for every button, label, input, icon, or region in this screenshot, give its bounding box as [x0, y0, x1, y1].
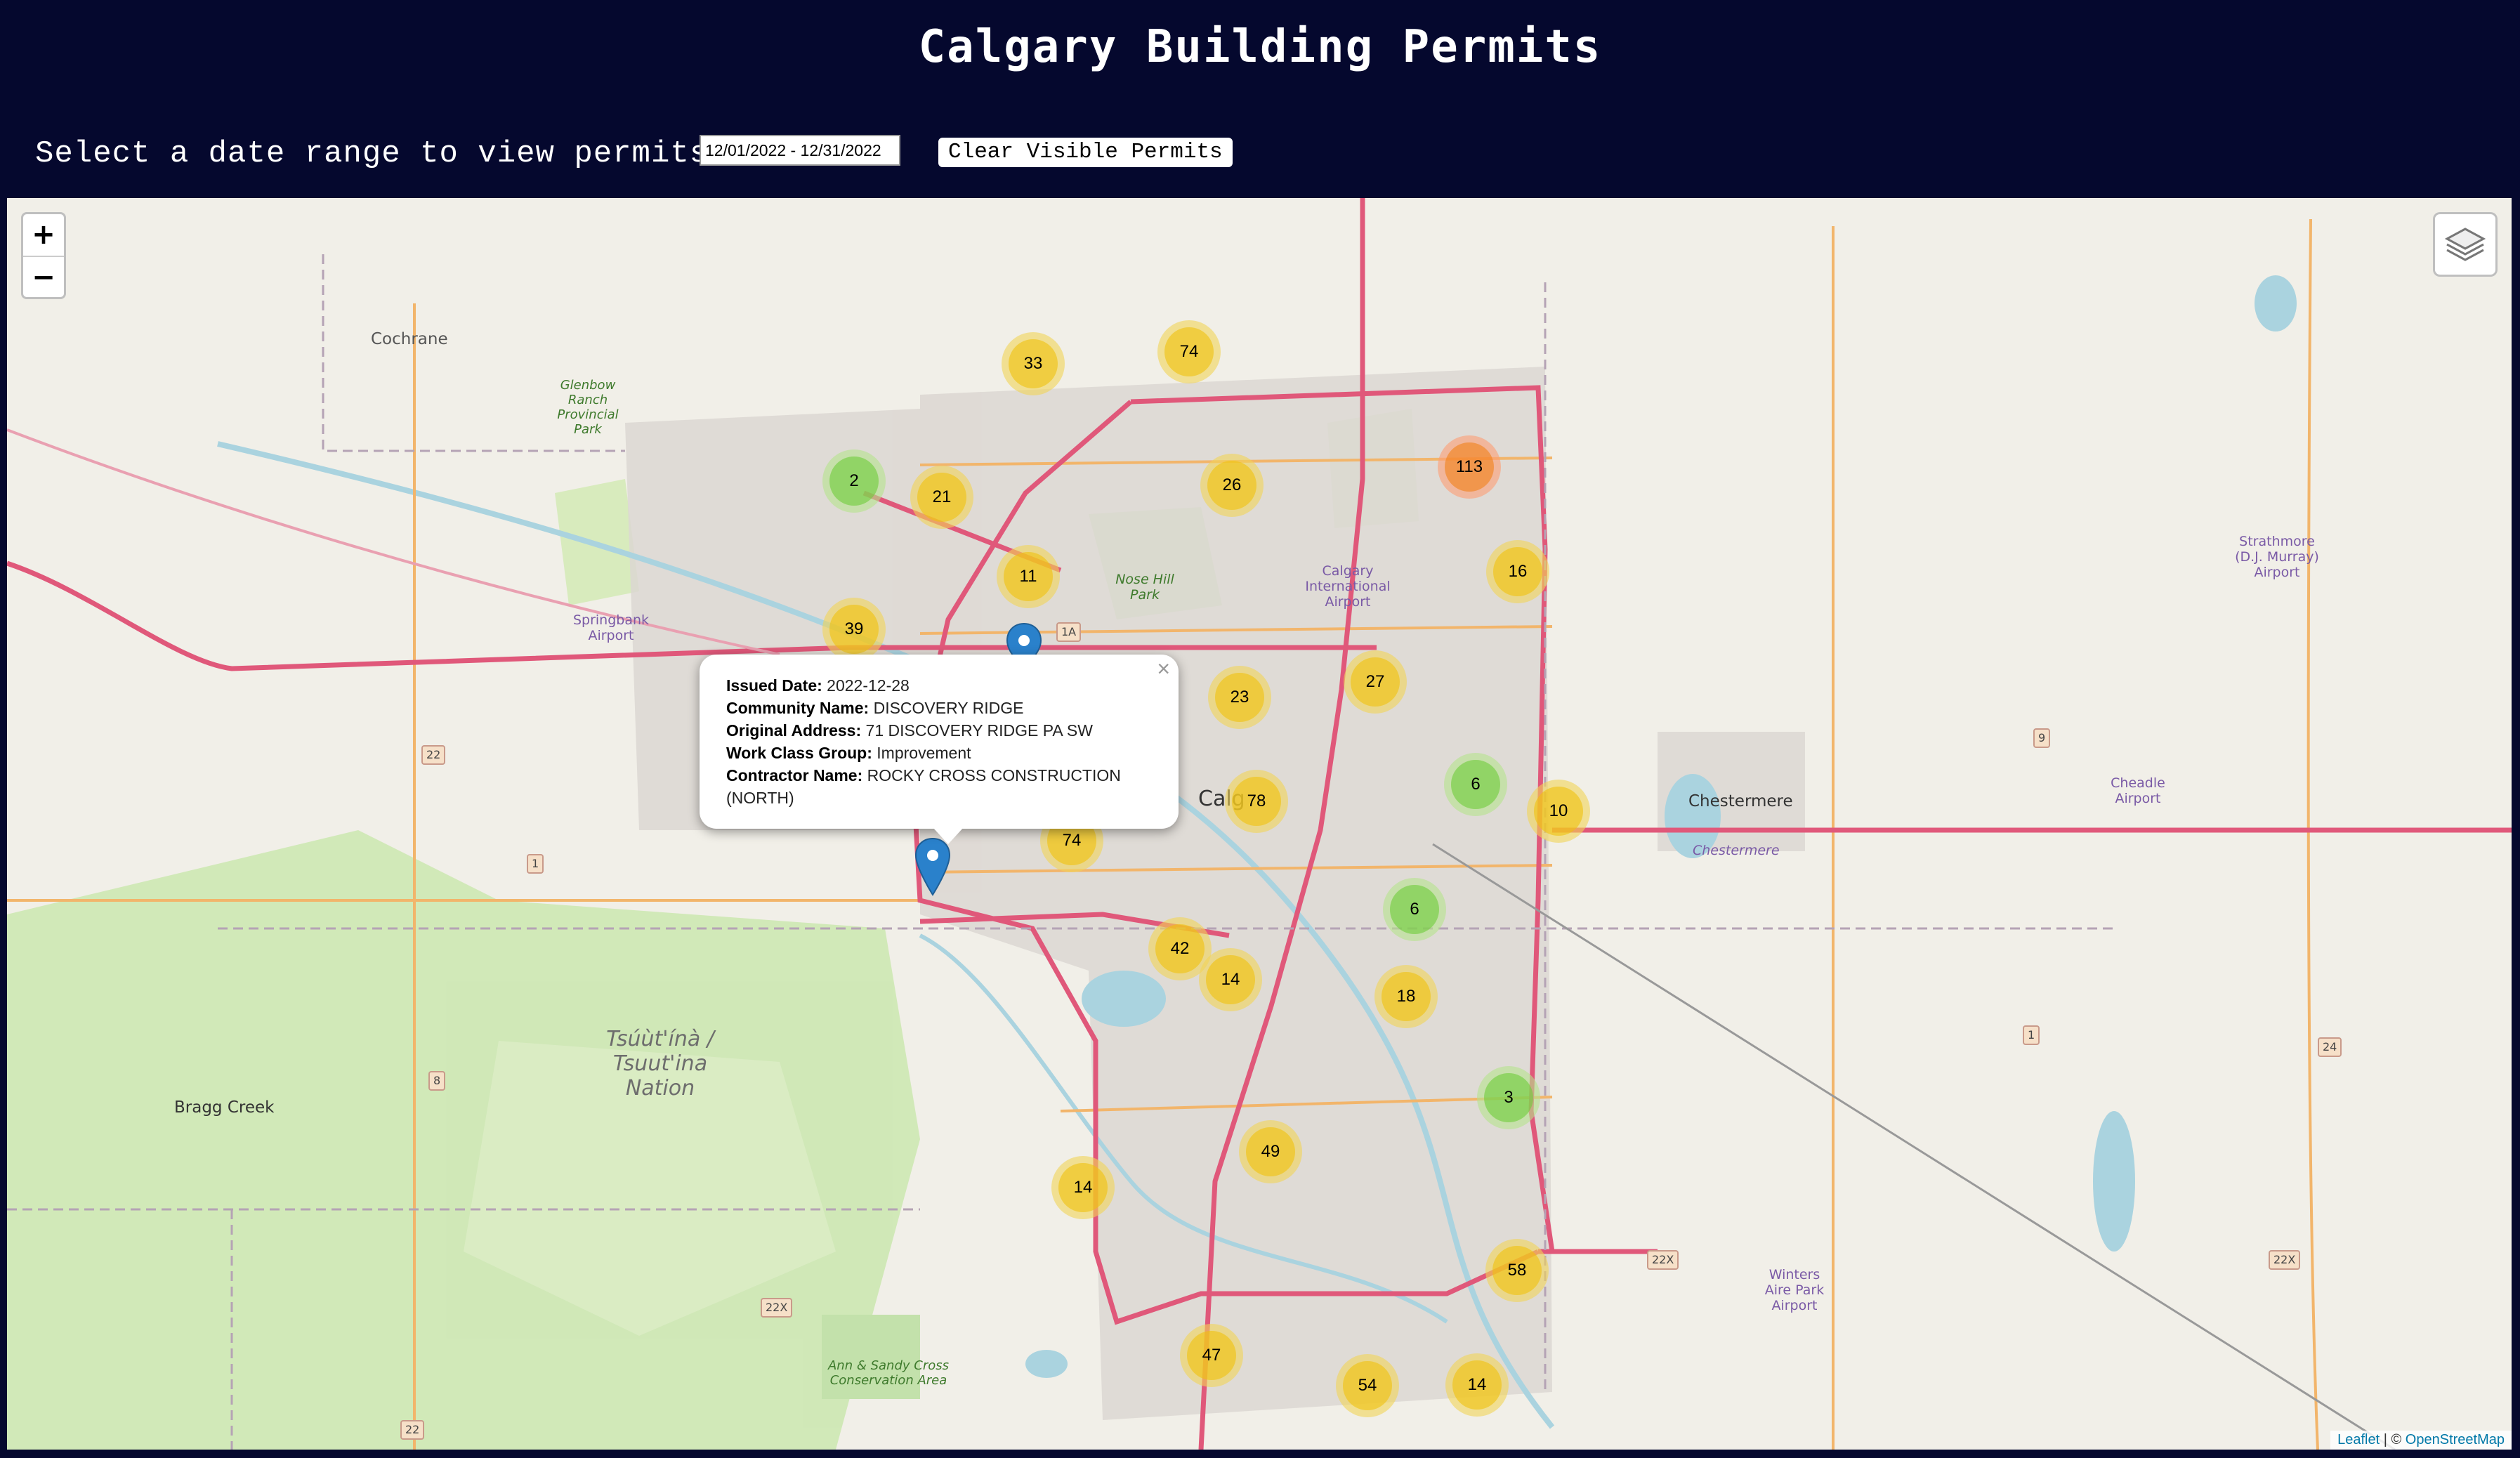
- marker-cluster[interactable]: 14: [1199, 948, 1262, 1011]
- marker-cluster[interactable]: 78: [1225, 770, 1288, 833]
- marker-cluster[interactable]: 14: [1051, 1156, 1115, 1219]
- label-chestermere: Chestermere: [1688, 792, 1793, 810]
- marker-cluster[interactable]: 14: [1445, 1353, 1509, 1417]
- zoom-out-button[interactable]: −: [23, 257, 64, 297]
- date-range-input[interactable]: 12/01/2022 - 12/31/2022: [700, 135, 900, 166]
- cluster-count: 23: [1215, 673, 1264, 722]
- cluster-count: 2: [829, 457, 879, 506]
- popup-address: Original Address: 71 DISCOVERY RIDGE PA …: [726, 721, 1093, 740]
- marker-cluster[interactable]: 6: [1444, 753, 1507, 816]
- cluster-count: 33: [1009, 339, 1058, 388]
- marker-cluster[interactable]: 26: [1200, 454, 1264, 517]
- cluster-count: 26: [1207, 461, 1256, 510]
- marker-cluster[interactable]: 11: [997, 545, 1060, 608]
- marker-cluster[interactable]: 47: [1180, 1324, 1243, 1387]
- cluster-count: 49: [1246, 1127, 1295, 1176]
- cluster-count: 14: [1452, 1360, 1502, 1410]
- cluster-count: 16: [1493, 547, 1542, 596]
- marker-cluster[interactable]: 74: [1157, 320, 1221, 383]
- label-winters-airport: Winters Aire Park Airport: [1764, 1267, 1825, 1313]
- marker-cluster[interactable]: 23: [1208, 666, 1271, 729]
- permits-map[interactable]: Cochrane Glenbow Ranch Provincial Park S…: [7, 198, 2512, 1450]
- leaflet-link[interactable]: Leaflet: [2337, 1432, 2380, 1447]
- osm-link[interactable]: OpenStreetMap: [2406, 1432, 2505, 1447]
- marker-cluster[interactable]: 16: [1486, 540, 1549, 603]
- cluster-count: 18: [1382, 972, 1431, 1021]
- marker-cluster[interactable]: 39: [822, 598, 886, 661]
- label-cochrane: Cochrane: [371, 330, 448, 348]
- highway-shield: 24: [2318, 1037, 2342, 1057]
- cluster-count: 21: [917, 473, 966, 522]
- marker-cluster[interactable]: 2: [822, 449, 886, 513]
- cluster-count: 54: [1343, 1361, 1392, 1410]
- marker-cluster[interactable]: 58: [1485, 1239, 1549, 1302]
- cluster-count: 6: [1390, 885, 1439, 934]
- cluster-count: 14: [1206, 955, 1255, 1004]
- label-bragg-creek: Bragg Creek: [174, 1098, 275, 1117]
- permit-popup: × Issued Date: 2022-12-28 Community Name…: [700, 655, 1179, 829]
- clear-visible-permits-button[interactable]: Clear Visible Permits: [938, 138, 1233, 167]
- layers-icon: [2444, 228, 2486, 261]
- cluster-count: 39: [829, 605, 879, 654]
- highway-shield: 22X: [1647, 1250, 1679, 1270]
- label-calgary-intl-airport: Calgary International Airport: [1305, 563, 1391, 610]
- popup-work-class: Work Class Group: Improvement: [726, 744, 971, 762]
- permit-marker[interactable]: [1006, 622, 1042, 657]
- label-nose-hill-park: Nose Hill Park: [1115, 572, 1174, 603]
- label-springbank-airport: Springbank Airport: [572, 612, 650, 643]
- highway-shield: 22: [400, 1420, 425, 1440]
- label-ann-sandy-cross: Ann & Sandy Cross Conservation Area: [827, 1358, 949, 1388]
- zoom-in-button[interactable]: +: [23, 214, 64, 257]
- marker-cluster[interactable]: 33: [1002, 332, 1065, 395]
- highway-shield: 22X: [2269, 1250, 2301, 1270]
- label-chestermere-lake: Chestermere: [1693, 843, 1780, 858]
- layers-control-button[interactable]: [2433, 212, 2498, 277]
- marker-cluster[interactable]: 18: [1374, 965, 1438, 1028]
- cluster-count: 27: [1351, 657, 1400, 707]
- cluster-count: 78: [1232, 777, 1281, 826]
- highway-shield: 9: [2033, 728, 2051, 748]
- cluster-count: 6: [1451, 760, 1500, 809]
- cluster-count: 3: [1484, 1073, 1533, 1122]
- marker-cluster[interactable]: 54: [1336, 1354, 1399, 1417]
- popup-close-button[interactable]: ×: [1157, 657, 1170, 680]
- marker-cluster[interactable]: 27: [1344, 650, 1407, 714]
- cluster-count: 47: [1187, 1331, 1236, 1380]
- popup-issued-date: Issued Date: 2022-12-28: [726, 676, 910, 695]
- highway-shield: 22X: [761, 1298, 793, 1318]
- cluster-count: 14: [1058, 1163, 1108, 1212]
- marker-cluster[interactable]: 49: [1239, 1120, 1302, 1183]
- highway-shield: 1: [2023, 1025, 2040, 1045]
- label-strathmore-airport: Strathmore (D.J. Murray) Airport: [2235, 534, 2319, 580]
- cluster-count: 11: [1004, 552, 1053, 601]
- marker-cluster[interactable]: 3: [1477, 1066, 1540, 1129]
- popup-contractor: Contractor Name: ROCKY CROSS CONSTRUCTIO…: [726, 766, 1121, 807]
- zoom-control: + −: [21, 212, 66, 299]
- marker-cluster[interactable]: 113: [1438, 435, 1501, 499]
- cluster-count: 113: [1445, 442, 1494, 492]
- date-controls: Select a date range to view permits: 12/…: [35, 132, 1233, 176]
- label-cheadle-airport: Cheadle Airport: [2111, 775, 2165, 806]
- selected-permit-marker[interactable]: [914, 837, 951, 896]
- marker-cluster[interactable]: 10: [1527, 780, 1590, 843]
- popup-community: Community Name: DISCOVERY RIDGE: [726, 699, 1024, 717]
- cluster-count: 42: [1155, 924, 1205, 973]
- label-tsuutina-nation: Tsúùt'ínà / Tsuut'ina Nation: [606, 1027, 714, 1101]
- marker-cluster[interactable]: 6: [1383, 878, 1446, 941]
- date-range-label: Select a date range to view permits:: [35, 136, 728, 171]
- page-title: Calgary Building Permits: [918, 21, 1602, 73]
- cluster-count: 74: [1164, 327, 1214, 376]
- cluster-count: 10: [1534, 787, 1583, 836]
- cluster-count: 58: [1492, 1246, 1542, 1295]
- map-attribution: Leaflet | © OpenStreetMap: [2330, 1431, 2512, 1450]
- label-glenbow: Glenbow Ranch Provincial Park: [557, 378, 619, 437]
- highway-shield: 22: [421, 745, 446, 765]
- highway-shield: 1A: [1056, 622, 1082, 642]
- highway-shield: 1: [527, 854, 544, 874]
- popup-tip: [933, 827, 964, 844]
- highway-shield: 8: [428, 1071, 446, 1091]
- marker-cluster[interactable]: 21: [910, 466, 973, 529]
